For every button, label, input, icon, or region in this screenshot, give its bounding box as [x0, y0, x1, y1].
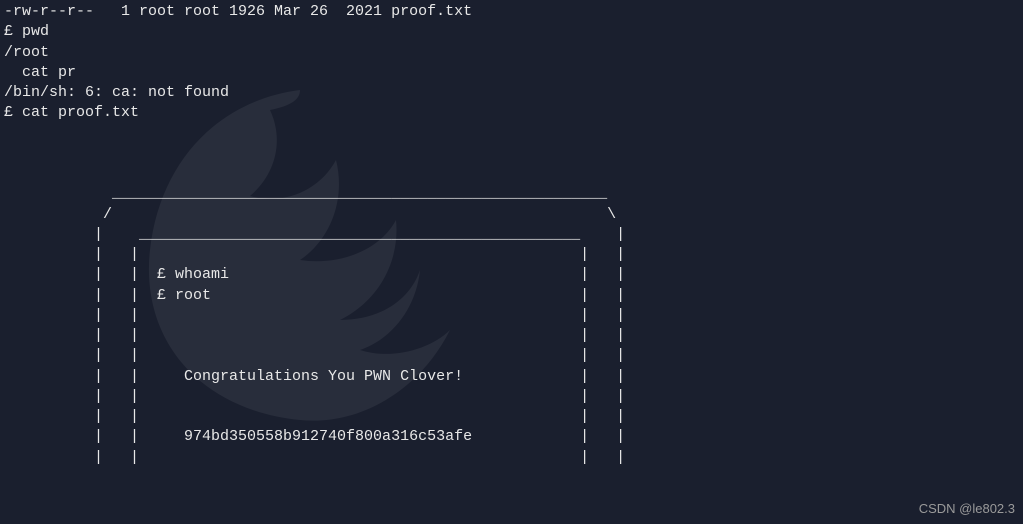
ascii-frame-inner-top: | ______________________________________…: [4, 225, 1019, 245]
ascii-root-line: | | £ root | |: [4, 286, 1019, 306]
ascii-frame-corner: / \: [4, 205, 1019, 225]
partial-cat-line: cat pr: [4, 63, 1019, 83]
pwd-command-line: £ pwd: [4, 22, 1019, 42]
ascii-frame-row: | | | |: [4, 245, 1019, 265]
ascii-frame-top: ________________________________________…: [4, 184, 1019, 204]
ascii-whoami-line: | | £ whoami | |: [4, 265, 1019, 285]
blank-line: [4, 144, 1019, 164]
ascii-frame-row: | | | |: [4, 306, 1019, 326]
error-line: /bin/sh: 6: ca: not found: [4, 83, 1019, 103]
watermark-label: CSDN @le802.3: [919, 500, 1015, 518]
ascii-frame-row: | | | |: [4, 387, 1019, 407]
ascii-frame-row: | | | |: [4, 448, 1019, 468]
ascii-frame-row: | | | |: [4, 346, 1019, 366]
blank-line: [4, 124, 1019, 144]
ascii-frame-row: | | | |: [4, 326, 1019, 346]
blank-line: [4, 164, 1019, 184]
ascii-frame-row: | | | |: [4, 407, 1019, 427]
ls-output-line: -rw-r--r-- 1 root root 1926 Mar 26 2021 …: [4, 2, 1019, 22]
ascii-hash-line: | | 974bd350558b912740f800a316c53afe | |: [4, 427, 1019, 447]
ascii-congrats-line: | | Congratulations You PWN Clover! | |: [4, 367, 1019, 387]
pwd-output-line: /root: [4, 43, 1019, 63]
cat-proof-command-line: £ cat proof.txt: [4, 103, 1019, 123]
terminal-output[interactable]: -rw-r--r-- 1 root root 1926 Mar 26 2021 …: [4, 2, 1019, 468]
